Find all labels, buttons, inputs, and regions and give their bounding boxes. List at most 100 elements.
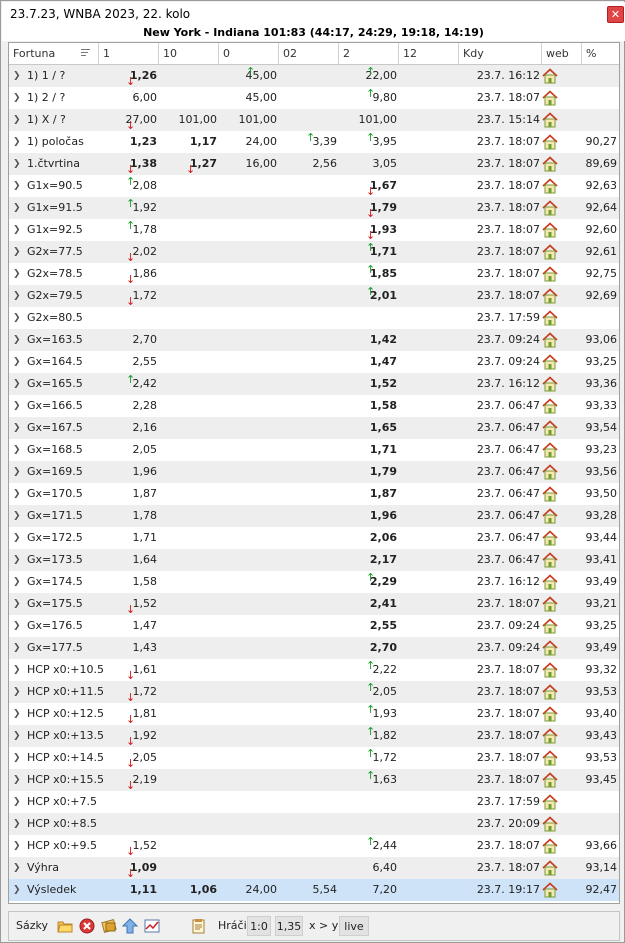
odds-2[interactable]: 2,17 xyxy=(339,549,397,571)
odds-1[interactable]: 2,55 xyxy=(99,351,158,373)
chevron-right-icon[interactable]: ❯ xyxy=(13,395,21,417)
col-header-10[interactable]: 10 xyxy=(159,43,219,64)
chevron-right-icon[interactable]: ❯ xyxy=(13,879,21,901)
chevron-right-icon[interactable]: ❯ xyxy=(13,351,21,373)
odds-1[interactable]: 6,00 xyxy=(99,87,158,109)
table-row[interactable]: ❯ HCP x0:+13.5 1,92 ↓ 1,82 ↑ 23.7. 18:07 93,43 xyxy=(9,725,619,747)
odds-2[interactable]: 2,41 xyxy=(339,593,397,615)
odds-1[interactable]: 2,05 xyxy=(99,439,158,461)
odds-1[interactable]: 1,58 xyxy=(99,571,158,593)
home-icon[interactable] xyxy=(542,486,558,502)
chevron-right-icon[interactable]: ❯ xyxy=(13,175,21,197)
chevron-right-icon[interactable]: ❯ xyxy=(13,219,21,241)
col-header-1[interactable]: 1 xyxy=(99,43,159,64)
odds-0[interactable]: 101,00 xyxy=(219,109,278,131)
table-row[interactable]: ❯ HCP x0:+11.5 1,72 ↓ 2,05 ↑ 23.7. 18:07 93,53 xyxy=(9,681,619,703)
odds-button[interactable]: 1,35 xyxy=(275,916,303,936)
home-icon[interactable] xyxy=(542,442,558,458)
odds-2[interactable]: 1,65 xyxy=(339,417,397,439)
col-header-percent[interactable]: % xyxy=(582,43,619,64)
odds-2[interactable]: 6,40 xyxy=(339,857,398,879)
odds-2[interactable]: 1,47 xyxy=(339,351,397,373)
arrow-up-icon[interactable] xyxy=(121,918,139,934)
table-row[interactable]: ❯ 1) 2 / ? 6,00 45,00 9,80 ↑ 23.7. 18:07 xyxy=(9,87,619,109)
odds-2[interactable]: 2,70 xyxy=(339,637,397,659)
home-icon[interactable] xyxy=(542,772,558,788)
chevron-right-icon[interactable]: ❯ xyxy=(13,65,21,87)
home-icon[interactable] xyxy=(542,376,558,392)
chevron-right-icon[interactable]: ❯ xyxy=(13,637,21,659)
home-icon[interactable] xyxy=(542,398,558,414)
table-row[interactable]: ❯ HCP x0:+14.5 2,05 ↓ 1,72 ↑ 23.7. 18:07 93,53 xyxy=(9,747,619,769)
odds-0[interactable]: 24,00 xyxy=(219,879,278,901)
table-row[interactable]: ❯ Gx=166.5 2,28 1,58 23.7. 06:47 93,33 xyxy=(9,395,619,417)
chevron-right-icon[interactable]: ❯ xyxy=(13,549,21,571)
home-icon[interactable] xyxy=(542,838,558,854)
table-row[interactable]: ❯ Gx=171.5 1,78 1,96 23.7. 06:47 93,28 xyxy=(9,505,619,527)
odds-1[interactable]: 1,43 xyxy=(99,637,158,659)
table-row[interactable]: ❯ Gx=170.5 1,87 1,87 23.7. 06:47 93,50 xyxy=(9,483,619,505)
table-row[interactable]: ❯ HCP x0:+9.5 1,52 ↓ 2,44 ↑ 23.7. 18:07 93,66 xyxy=(9,835,619,857)
home-icon[interactable] xyxy=(542,596,558,612)
odds-1[interactable]: 1,23 xyxy=(99,131,157,153)
odds-2[interactable]: 2,55 xyxy=(339,615,397,637)
chevron-right-icon[interactable]: ❯ xyxy=(13,373,21,395)
chevron-right-icon[interactable]: ❯ xyxy=(13,615,21,637)
home-icon[interactable] xyxy=(542,662,558,678)
chart-icon[interactable] xyxy=(144,918,160,934)
chevron-right-icon[interactable]: ❯ xyxy=(13,791,21,813)
odds-1[interactable]: 2,16 xyxy=(99,417,158,439)
table-row[interactable]: ❯ G1x=90.5 2,08 ↑ 1,67 ↓ 23.7. 18:07 92,63 xyxy=(9,175,619,197)
home-icon[interactable] xyxy=(542,288,558,304)
home-icon[interactable] xyxy=(542,508,558,524)
chevron-right-icon[interactable]: ❯ xyxy=(13,659,21,681)
notepad-icon[interactable] xyxy=(191,918,207,934)
table-row[interactable]: ❯ Gx=172.5 1,71 2,06 23.7. 06:47 93,44 xyxy=(9,527,619,549)
table-row[interactable]: ❯ Gx=177.5 1,43 2,70 23.7. 09:24 93,49 xyxy=(9,637,619,659)
odds-02[interactable]: 2,56 xyxy=(279,153,338,175)
home-icon[interactable] xyxy=(542,618,558,634)
chevron-right-icon[interactable]: ❯ xyxy=(13,857,21,879)
home-icon[interactable] xyxy=(542,552,558,568)
table-row[interactable]: ❯ Gx=168.5 2,05 1,71 23.7. 06:47 93,23 xyxy=(9,439,619,461)
odds-2[interactable]: 3,05 xyxy=(339,153,398,175)
odds-2[interactable]: 101,00 xyxy=(339,109,398,131)
table-row[interactable]: ❯ HCP x0:+15.5 2,19 ↓ 1,63 ↑ 23.7. 18:07 93,45 xyxy=(9,769,619,791)
home-icon[interactable] xyxy=(542,816,558,832)
home-icon[interactable] xyxy=(542,860,558,876)
table-row[interactable]: ❯ Gx=173.5 1,64 2,17 23.7. 06:47 93,41 xyxy=(9,549,619,571)
home-icon[interactable] xyxy=(542,684,558,700)
table-row[interactable]: ❯ G2x=77.5 2,02 ↓ 1,71 ↑ 23.7. 18:07 92,61 xyxy=(9,241,619,263)
col-header-02[interactable]: 02 xyxy=(279,43,339,64)
col-header-0[interactable]: 0 xyxy=(219,43,279,64)
chevron-right-icon[interactable]: ❯ xyxy=(13,263,21,285)
odds-2[interactable]: 1,42 xyxy=(339,329,397,351)
chevron-right-icon[interactable]: ❯ xyxy=(13,593,21,615)
chevron-right-icon[interactable]: ❯ xyxy=(13,747,21,769)
home-icon[interactable] xyxy=(542,222,558,238)
odds-1[interactable]: 1,96 xyxy=(99,461,158,483)
odds-2[interactable]: 7,20 xyxy=(339,879,398,901)
home-icon[interactable] xyxy=(542,310,558,326)
home-icon[interactable] xyxy=(542,530,558,546)
chevron-right-icon[interactable]: ❯ xyxy=(13,527,21,549)
home-icon[interactable] xyxy=(542,266,558,282)
odds-1[interactable]: 2,70 xyxy=(99,329,158,351)
home-icon[interactable] xyxy=(542,420,558,436)
table-row[interactable]: ❯ Gx=167.5 2,16 1,65 23.7. 06:47 93,54 xyxy=(9,417,619,439)
odds-10[interactable]: 1,17 xyxy=(159,131,217,153)
odds-1[interactable]: 1,64 xyxy=(99,549,158,571)
home-icon[interactable] xyxy=(542,706,558,722)
chevron-right-icon[interactable]: ❯ xyxy=(13,439,21,461)
odds-1[interactable]: 1,87 xyxy=(99,483,158,505)
odds-2[interactable]: 1,71 xyxy=(339,439,397,461)
table-row[interactable]: ❯ G1x=91.5 1,92 ↑ 1,79 ↓ 23.7. 18:07 92,64 xyxy=(9,197,619,219)
chevron-right-icon[interactable]: ❯ xyxy=(13,703,21,725)
chevron-right-icon[interactable]: ❯ xyxy=(13,571,21,593)
odds-1[interactable]: 1,11 xyxy=(99,879,157,901)
home-icon[interactable] xyxy=(542,332,558,348)
x-greater-y-button[interactable]: x > y xyxy=(309,912,338,940)
home-icon[interactable] xyxy=(542,640,558,656)
table-row[interactable]: ❯ G1x=92.5 1,78 ↑ 1,93 ↓ 23.7. 18:07 92,60 xyxy=(9,219,619,241)
home-icon[interactable] xyxy=(542,750,558,766)
